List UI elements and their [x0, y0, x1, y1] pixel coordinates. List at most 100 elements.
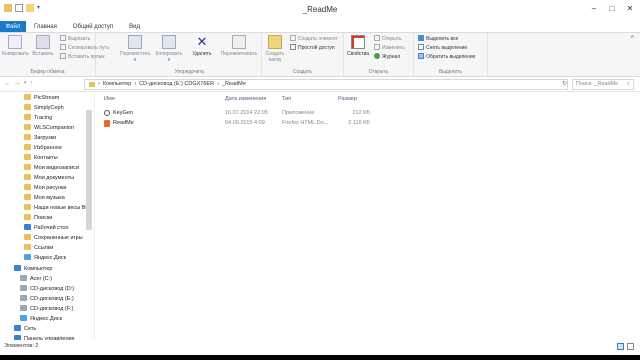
rename-button[interactable]: Переименовать: [220, 35, 258, 57]
nav-scrollbar[interactable]: [86, 110, 92, 230]
properties-button[interactable]: Свойства: [344, 35, 372, 57]
search-icon: ⌕: [626, 81, 630, 87]
sidebar-item[interactable]: Наши новые весы BE: [24, 203, 89, 213]
details-view-icon[interactable]: [617, 343, 624, 350]
sidebar-item-label: Избранное: [34, 145, 62, 151]
sidebar-item[interactable]: Сохраненные игры: [24, 233, 83, 243]
sidebar-item[interactable]: Мои рисунки: [24, 183, 66, 193]
copy-to-button[interactable]: Копировать в: [154, 35, 184, 63]
copy-path-button[interactable]: Скопировать путь: [60, 44, 109, 52]
sidebar-item[interactable]: Поиски: [24, 213, 52, 223]
sidebar-item-label: CD-дисковод (D:): [30, 286, 75, 292]
forward-arrow-icon[interactable]: →: [14, 80, 21, 87]
sidebar-item[interactable]: Яндекс.Диск: [20, 314, 62, 324]
group-open: Свойства Открыть Изменить Журнал Открыть: [344, 33, 414, 77]
file-name: ReadMe: [113, 120, 134, 126]
tab-file[interactable]: Файл: [0, 21, 26, 32]
back-arrow-icon[interactable]: ←: [4, 80, 11, 87]
open-button[interactable]: Открыть: [374, 35, 402, 43]
column-header-date[interactable]: Дата изменения: [225, 96, 266, 102]
maximize-button[interactable]: □: [606, 3, 618, 13]
folder-icon: [20, 275, 27, 281]
folder-icon: [24, 234, 31, 240]
folder-icon: [24, 244, 31, 250]
invert-selection-button[interactable]: Обратить выделение: [418, 53, 475, 61]
tab-share[interactable]: Общий доступ: [65, 21, 121, 32]
sidebar-item[interactable]: Ссылки: [24, 243, 53, 253]
folder-icon: [24, 144, 31, 150]
sidebar-item-label: CD-дисковод (F:): [30, 306, 74, 312]
tab-home[interactable]: Главная: [26, 21, 65, 32]
new-folder-button[interactable]: Создать папку: [262, 35, 288, 63]
table-row[interactable]: ReadMe 04.09.2015 4:09 Firefox HTML Do..…: [96, 118, 640, 128]
sidebar-item[interactable]: Загрузки: [24, 133, 56, 143]
cut-button[interactable]: Вырезать: [60, 35, 90, 43]
sidebar-item[interactable]: Рабочий стол: [24, 223, 69, 233]
column-header-type[interactable]: Тип: [282, 96, 291, 102]
history-button[interactable]: Журнал: [374, 53, 400, 61]
search-input[interactable]: Поиск: _ReadMe ⌕: [572, 79, 634, 90]
sidebar-item-label: Tracing: [34, 115, 53, 121]
sidebar-item[interactable]: Яндекс.Диск: [24, 253, 66, 263]
sidebar-item-label: Сеть: [24, 326, 37, 332]
sidebar-item-label: Моя музыка: [34, 195, 65, 201]
folder-icon: [14, 325, 21, 331]
folder-icon: [24, 214, 31, 220]
collapse-ribbon-icon[interactable]: ˄: [630, 35, 634, 41]
sidebar-item[interactable]: Избранное: [24, 143, 62, 153]
sidebar-item-label: CD-дисковод (E:): [30, 296, 74, 302]
breadcrumb-computer[interactable]: Компьютер: [103, 80, 131, 89]
sidebar-item[interactable]: Мои документы: [24, 173, 74, 183]
sidebar-item-label: Загрузки: [34, 135, 57, 141]
sidebar-item[interactable]: CD-дисковод (E:): [20, 294, 74, 304]
folder-icon: [24, 194, 31, 200]
sidebar-item[interactable]: Tracing: [24, 113, 52, 123]
move-to-button[interactable]: Переместить в: [120, 35, 151, 63]
sidebar-item[interactable]: Мои видеозаписи: [24, 163, 79, 173]
select-none-icon: [418, 44, 424, 50]
minimize-button[interactable]: –: [588, 3, 600, 13]
recent-chevron-icon[interactable]: ▾: [24, 80, 27, 87]
address-bar[interactable]: › Компьютер › CD-дисковод (E:) CDGX76ER …: [84, 79, 568, 90]
folder-icon: [24, 94, 31, 100]
select-all-button[interactable]: Выделить все: [418, 35, 458, 43]
paste-shortcut-button[interactable]: Вставить ярлык: [60, 53, 105, 61]
sidebar-item[interactable]: WLSCompanion: [24, 123, 74, 133]
up-arrow-icon[interactable]: ↑: [30, 80, 34, 87]
sidebar-item[interactable]: CD-дисковод (D:): [20, 284, 74, 294]
breadcrumb-readme[interactable]: _ReadMe: [222, 80, 246, 89]
sidebar-item[interactable]: CD-дисковод (F:): [20, 304, 73, 314]
table-row[interactable]: KeyGen 16.07.2014 22:05 Приложение 212 К…: [96, 108, 640, 118]
delete-button[interactable]: ✕ Удалить: [188, 35, 216, 58]
sidebar-item[interactable]: Моя музыка: [24, 193, 65, 203]
refresh-icon[interactable]: ↻: [562, 80, 567, 87]
paste-shortcut-icon: [60, 53, 66, 59]
folder-icon: [24, 224, 31, 230]
easy-access-button[interactable]: Простой доступ: [290, 44, 335, 52]
folder-icon: [24, 204, 31, 210]
sidebar-item[interactable]: PicStream: [24, 93, 59, 103]
sidebar-item[interactable]: Сеть: [14, 324, 36, 334]
column-header-size[interactable]: Размер: [338, 96, 357, 102]
tab-view[interactable]: Вид: [121, 21, 148, 32]
new-item-button[interactable]: Создать элемент: [290, 35, 338, 43]
open-icon: [374, 35, 380, 41]
sidebar-item[interactable]: Acer (C:): [20, 274, 52, 284]
sidebar-item-label: SimplyCeph: [34, 105, 64, 111]
sidebar-item[interactable]: Компьютер: [14, 264, 52, 274]
properties-icon: [351, 35, 365, 49]
paste-button[interactable]: Вставить: [30, 35, 56, 57]
html-file-icon: [104, 120, 110, 127]
sidebar-item[interactable]: SimplyCeph: [24, 103, 64, 113]
close-button[interactable]: ✕: [624, 3, 636, 13]
file-type: Firefox HTML Do...: [282, 120, 329, 126]
select-none-button[interactable]: Снять выделение: [418, 44, 467, 52]
sidebar-item[interactable]: Контакты: [24, 153, 58, 163]
scissors-icon: [60, 35, 66, 41]
new-folder-icon: [268, 35, 282, 49]
breadcrumb-cd-drive[interactable]: CD-дисковод (E:) CDGX76ER: [139, 80, 214, 89]
large-icons-view-icon[interactable]: [627, 343, 634, 350]
copy-button[interactable]: Копировать: [2, 35, 29, 57]
edit-button[interactable]: Изменить: [374, 44, 405, 52]
column-header-name[interactable]: Имя: [104, 96, 115, 102]
